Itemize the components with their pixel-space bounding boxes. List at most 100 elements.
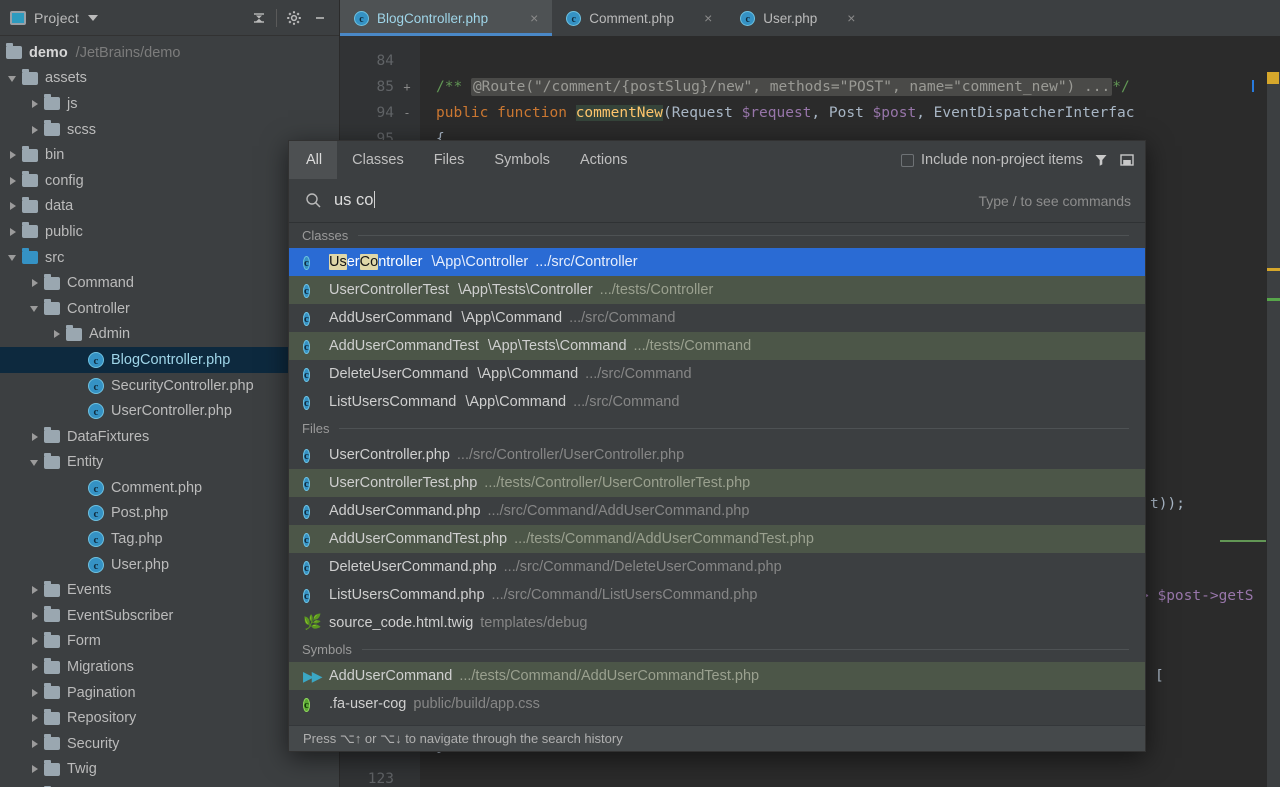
result-name: AddUserCommandTest.php <box>329 531 508 547</box>
search-result-item[interactable]: c AddUserCommand.php .../src/Command/AddUs… <box>289 497 1145 525</box>
scrollbar-marker-stripe[interactable] <box>1267 268 1280 271</box>
settings-gear-icon[interactable] <box>281 5 307 31</box>
results-scrollbar[interactable] <box>1140 223 1144 725</box>
chevron-right-icon[interactable] <box>28 737 42 751</box>
tree-item-js[interactable]: js <box>0 91 339 117</box>
php-class-test-icon: c <box>303 339 310 354</box>
result-path: .../src/Command <box>573 394 680 410</box>
chevron-right-icon[interactable] <box>6 199 20 213</box>
scope-tab-actions[interactable]: Actions <box>565 141 643 179</box>
search-input[interactable]: us co <box>334 191 376 210</box>
result-name: UserControllerTest <box>329 282 450 298</box>
search-result-item[interactable]: c AddUserCommandTest \App\Tests\Command...… <box>289 332 1145 360</box>
tree-item-scss[interactable]: scss <box>0 117 339 143</box>
chevron-right-icon[interactable] <box>28 583 42 597</box>
tree-root-demo[interactable]: demo /JetBrains/demo <box>0 40 339 66</box>
search-result-item[interactable]: 🌿 source_code.html.twig templates/debug <box>289 609 1145 637</box>
chevron-right-icon[interactable] <box>28 430 42 444</box>
filter-icon[interactable] <box>1093 152 1109 168</box>
code-fold-toggle[interactable]: + <box>394 80 420 94</box>
project-panel-title: Project <box>34 9 79 26</box>
group-divider <box>339 428 1129 429</box>
scrollbar-marker-vcs[interactable] <box>1267 298 1280 301</box>
chevron-down-icon[interactable] <box>28 455 42 469</box>
chevron-right-icon[interactable] <box>28 97 42 111</box>
chevron-right-icon[interactable] <box>6 174 20 188</box>
line-number: 85 <box>376 79 394 95</box>
checkbox-box[interactable] <box>901 153 914 167</box>
chevron-right-icon[interactable] <box>6 148 20 162</box>
search-result-item[interactable]: c .fa-user-cog public/build/app.css <box>289 690 1145 718</box>
scope-tab-classes[interactable]: Classes <box>337 141 419 179</box>
search-result-item[interactable]: c AddUserCommand \App\Command .../src/Comma… <box>289 304 1145 332</box>
tree-item-label: config <box>45 172 84 189</box>
include-non-project-checkbox[interactable]: Include non-project items <box>901 152 1083 168</box>
result-name: AddUserCommand <box>329 310 453 326</box>
tree-item-assets[interactable]: assets <box>0 66 339 92</box>
chevron-down-icon[interactable] <box>28 302 42 316</box>
scope-tab-symbols[interactable]: Symbols <box>479 141 565 179</box>
tree-item-twig[interactable]: Twig <box>0 757 339 783</box>
chevron-right-icon[interactable] <box>28 276 42 290</box>
chevron-right-icon[interactable] <box>50 327 64 341</box>
search-result-item[interactable]: c UserControllerTest.php .../tests/Control… <box>289 469 1145 497</box>
chevron-right-icon[interactable] <box>28 686 42 700</box>
minimize-icon[interactable] <box>307 5 333 31</box>
chevron-right-icon[interactable] <box>28 660 42 674</box>
result-name: ListUsersCommand <box>329 394 457 410</box>
chevron-down-icon[interactable] <box>87 14 98 21</box>
close-icon[interactable]: × <box>847 10 855 26</box>
code-fold-toggle[interactable]: - <box>394 106 420 120</box>
result-path: .../tests/Command/AddUserCommandTest.php <box>514 531 814 547</box>
chevron-right-icon[interactable] <box>28 123 42 137</box>
chevron-right-icon[interactable] <box>28 634 42 648</box>
editor-tab-user-php[interactable]: c User.php × <box>726 0 869 36</box>
folder-icon <box>44 94 60 111</box>
chevron-right-icon[interactable] <box>28 762 42 776</box>
tree-item-util[interactable]: Util <box>0 782 339 787</box>
php-class-icon: c <box>88 403 104 420</box>
search-result-item[interactable]: c DeleteUserCommand.php .../src/Command/De… <box>289 553 1145 581</box>
preview-panel-icon[interactable] <box>1119 152 1135 168</box>
search-result-item[interactable]: ▶▶ AddUserCommand .../tests/Command/AddUse… <box>289 662 1145 690</box>
editor-tab-comment-php[interactable]: c Comment.php × <box>552 0 726 36</box>
result-path: .../tests/Command/AddUserCommandTest.php <box>459 668 760 684</box>
result-name: ListUsersCommand.php <box>329 587 485 603</box>
result-path: .../src/Controller <box>535 254 638 270</box>
result-group-title: Symbols <box>302 642 352 657</box>
search-result-item[interactable]: c AddUserCommandTest.php .../tests/Command… <box>289 525 1145 553</box>
code-line: 85 + /** @Route("/comment/{postSlug}/new",… <box>340 74 1280 100</box>
result-name: AddUserCommand.php <box>329 503 481 519</box>
close-icon[interactable]: × <box>530 10 538 26</box>
scope-tab-files[interactable]: Files <box>419 141 480 179</box>
scrollbar-marker-warning[interactable] <box>1267 72 1279 84</box>
search-result-item[interactable]: c ListUsersCommand \App\Command .../src/Com… <box>289 388 1145 416</box>
search-results-list[interactable]: Classes c UserController \App\Controller...… <box>289 223 1145 725</box>
folder-icon <box>22 145 38 162</box>
search-result-item[interactable]: c ListUsersCommand.php .../src/Command/Lis… <box>289 581 1145 609</box>
result-namespace: \App\Tests\Controller <box>458 282 593 298</box>
php-class-icon: c <box>303 448 310 463</box>
editor-tab-blogcontroller-php[interactable]: c BlogController.php × <box>340 0 553 36</box>
search-result-item[interactable]: c UserController \App\Controller .../src/Co… <box>289 248 1145 276</box>
chevron-down-icon[interactable] <box>6 71 20 85</box>
search-result-item[interactable]: c DeleteUserCommand \App\Command .../src/Co… <box>289 360 1145 388</box>
result-namespace: \App\Tests\Command <box>487 338 627 354</box>
chevron-right-icon[interactable] <box>28 609 42 623</box>
collapse-all-icon[interactable] <box>246 5 272 31</box>
search-input-row[interactable]: us co Type / to see commands <box>289 179 1145 223</box>
close-icon[interactable]: × <box>704 10 712 26</box>
search-result-item[interactable]: c UserControllerTest \App\Tests\Controller… <box>289 276 1145 304</box>
editor-scrollbar[interactable] <box>1267 72 1280 787</box>
chevron-right-icon[interactable] <box>28 711 42 725</box>
chevron-down-icon[interactable] <box>6 251 20 265</box>
result-path: .../src/Command <box>585 366 692 382</box>
chevron-right-icon[interactable] <box>6 225 20 239</box>
scope-tab-all[interactable]: All <box>289 141 338 179</box>
search-result-item[interactable]: c UserController.php .../src/Controller/Us… <box>289 441 1145 469</box>
php-class-icon: c <box>303 588 310 603</box>
text-caret <box>374 191 376 208</box>
php-class-icon: c <box>88 377 104 394</box>
project-panel-header: Project <box>0 0 339 36</box>
